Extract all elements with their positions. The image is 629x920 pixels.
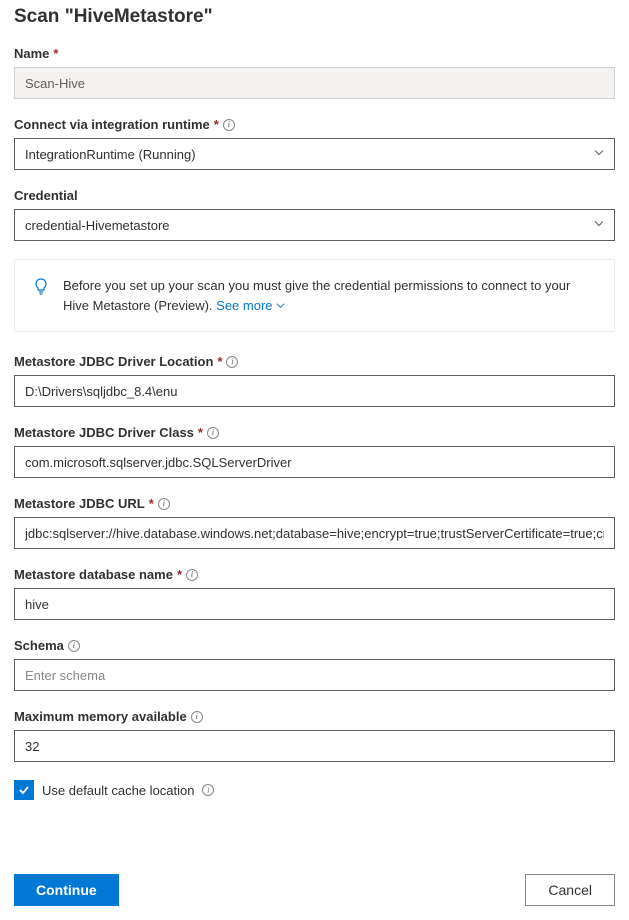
required-asterisk: * <box>177 567 182 582</box>
memory-input[interactable] <box>14 730 615 762</box>
driver-location-label: Metastore JDBC Driver Location * i <box>14 354 615 369</box>
cache-checkbox[interactable] <box>14 780 34 800</box>
required-asterisk: * <box>217 354 222 369</box>
jdbc-url-input[interactable] <box>14 517 615 549</box>
credential-select[interactable]: credential-Hivemetastore <box>14 209 615 241</box>
callout-text: Before you set up your scan you must giv… <box>63 276 596 315</box>
info-callout: Before you set up your scan you must giv… <box>14 259 615 332</box>
memory-label: Maximum memory available i <box>14 709 615 724</box>
schema-input[interactable] <box>14 659 615 691</box>
required-asterisk: * <box>149 496 154 511</box>
lightbulb-icon <box>33 278 49 299</box>
db-name-input[interactable] <box>14 588 615 620</box>
info-icon[interactable]: i <box>191 711 203 723</box>
runtime-label: Connect via integration runtime * i <box>14 117 615 132</box>
driver-class-input[interactable] <box>14 446 615 478</box>
db-name-label: Metastore database name * i <box>14 567 615 582</box>
name-label: Name * <box>14 46 615 61</box>
footer: Continue Cancel <box>14 862 615 906</box>
runtime-select[interactable]: IntegrationRuntime (Running) <box>14 138 615 170</box>
continue-button[interactable]: Continue <box>14 874 119 906</box>
info-icon[interactable]: i <box>68 640 80 652</box>
info-icon[interactable]: i <box>226 356 238 368</box>
info-icon[interactable]: i <box>207 427 219 439</box>
credential-label: Credential <box>14 188 615 203</box>
page-title: Scan "HiveMetastore" <box>14 6 615 28</box>
required-asterisk: * <box>53 46 58 61</box>
cancel-button[interactable]: Cancel <box>525 874 615 906</box>
info-icon[interactable]: i <box>223 119 235 131</box>
cache-label: Use default cache location <box>42 783 194 798</box>
see-more-link[interactable]: See more <box>216 296 285 316</box>
info-icon[interactable]: i <box>202 784 214 796</box>
info-icon[interactable]: i <box>158 498 170 510</box>
driver-location-input[interactable] <box>14 375 615 407</box>
jdbc-url-label: Metastore JDBC URL * i <box>14 496 615 511</box>
name-input <box>14 67 615 99</box>
required-asterisk: * <box>214 117 219 132</box>
schema-label: Schema i <box>14 638 615 653</box>
required-asterisk: * <box>198 425 203 440</box>
info-icon[interactable]: i <box>186 569 198 581</box>
driver-class-label: Metastore JDBC Driver Class * i <box>14 425 615 440</box>
